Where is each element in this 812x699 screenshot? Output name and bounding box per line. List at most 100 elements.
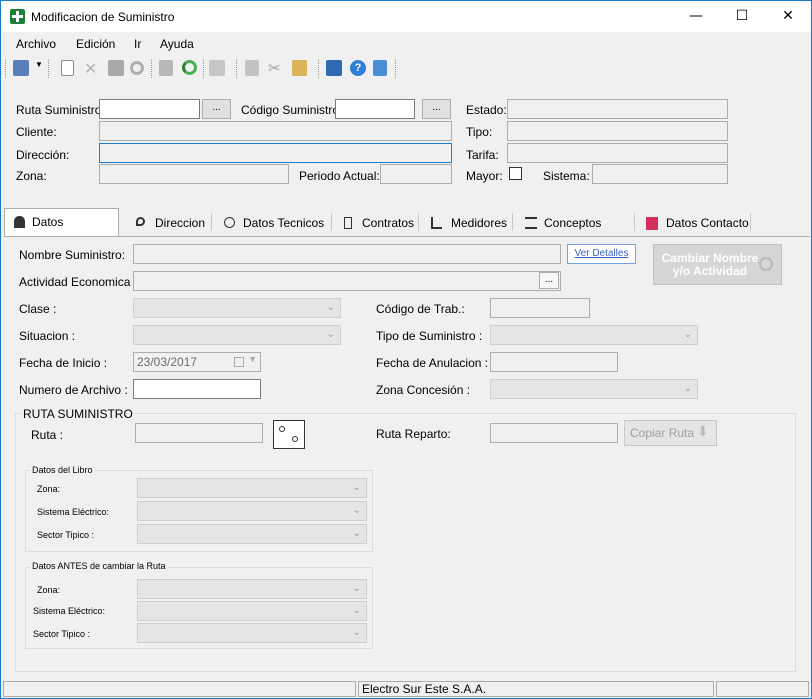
actividad-economica-label: Actividad Economica : [19, 275, 138, 289]
maximize-button[interactable]: ☐ [719, 1, 765, 32]
cut-icon[interactable]: ✂ [268, 59, 281, 77]
actividad-economica-field [133, 271, 561, 291]
tab-separator [634, 213, 635, 231]
codigo-suministro-input[interactable] [335, 99, 415, 119]
ruta-suministro-label: Ruta Suministro: [16, 103, 105, 117]
tab-direccion[interactable]: Direccion [130, 210, 210, 236]
new-document-icon[interactable] [61, 60, 74, 76]
antes-sistema-label: Sistema Eléctrico: [33, 606, 106, 616]
chevron-down-icon: ⌄ [352, 583, 361, 594]
ruta-suministro-input[interactable] [99, 99, 200, 119]
situacion-select[interactable]: ⌄ [133, 325, 341, 345]
actividad-browse-button[interactable]: ... [539, 272, 559, 289]
clase-label: Clase : [19, 302, 57, 316]
menu-edicion[interactable]: Edición [76, 37, 115, 51]
tarifa-label: Tarifa: [466, 148, 499, 162]
print-icon[interactable] [13, 60, 29, 76]
chevron-down-icon: ⌄ [352, 528, 361, 539]
fecha-inicio-value: 23/03/2017 [137, 355, 198, 369]
zona-concesion-select[interactable]: ⌄ [490, 379, 698, 399]
ruta-label: Ruta : [31, 428, 64, 442]
zona-field [99, 164, 289, 184]
undo-icon[interactable] [130, 61, 144, 75]
toolbar-separator [48, 59, 49, 78]
fecha-inicio-picker[interactable]: 23/03/2017 ▼ [133, 352, 261, 372]
tab-bar: Datos Generales Direccion Datos Tecnicos… [4, 208, 810, 256]
cambiar-nombre-label: Cambiar Nombre y/o Actividad [661, 251, 759, 278]
sistema-label: Sistema: [543, 169, 590, 183]
numero-archivo-label: Numero de Archivo : [19, 383, 128, 397]
help-book-icon[interactable] [326, 60, 342, 76]
tipo-suministro-select[interactable]: ⌄ [490, 325, 698, 345]
refresh-icon[interactable] [182, 60, 197, 75]
ruta-reparto-field [490, 423, 618, 443]
cambiar-nombre-button[interactable]: Cambiar Nombre y/o Actividad [653, 244, 782, 285]
person-icon [14, 216, 25, 228]
antes-sistema-select[interactable]: ⌄ [137, 601, 367, 621]
tab-datos-contacto[interactable]: Datos Contacto [641, 210, 749, 236]
chevron-down-icon: ⌄ [352, 482, 361, 493]
antes-sector-select[interactable]: ⌄ [137, 623, 367, 643]
ver-detalles-button[interactable]: Ver Detalles [567, 244, 636, 264]
chevron-down-icon: ⌄ [683, 329, 692, 340]
libro-sector-label: Sector Tipico : [37, 530, 95, 540]
menu-ir[interactable]: Ir [134, 37, 141, 51]
toolbar-separator [236, 59, 237, 78]
calculator-icon[interactable] [373, 60, 387, 76]
libro-sistema-select[interactable]: ⌄ [137, 501, 367, 521]
direccion-label: Dirección: [16, 148, 70, 162]
tipo-field [507, 121, 728, 141]
fecha-inicio-label: Fecha de Inicio : [19, 356, 108, 370]
delete-icon[interactable]: ✕ [84, 59, 97, 78]
route-button[interactable] [273, 420, 305, 449]
chevron-down-icon: ⌄ [352, 605, 361, 616]
minimize-button[interactable]: — [673, 1, 719, 32]
tab-datos-generales[interactable]: Datos Generales [4, 208, 119, 255]
fecha-anulacion-field [490, 352, 618, 372]
libro-zona-select[interactable]: ⌄ [137, 478, 367, 498]
copy-icon[interactable] [245, 60, 259, 76]
tipo-label: Tipo: [466, 125, 493, 139]
close-button[interactable]: ✕ [765, 1, 811, 32]
status-panel-right [716, 681, 809, 697]
numero-archivo-input[interactable] [133, 379, 261, 399]
chevron-down-icon: ⌄ [326, 329, 335, 340]
libro-sistema-label: Sistema Eléctrico: [37, 507, 110, 517]
tab-label: Datos Tecnicos [243, 216, 325, 230]
menu-ayuda[interactable]: Ayuda [160, 37, 194, 51]
estado-label: Estado: [466, 103, 507, 117]
clase-select[interactable]: ⌄ [133, 298, 341, 318]
ruta-field [135, 423, 263, 443]
sistema-field [592, 164, 728, 184]
ruta-browse-button[interactable]: ... [202, 99, 231, 119]
list-icon [525, 217, 537, 229]
menu-bar: Archivo Edición Ir Ayuda [1, 32, 811, 54]
tab-medidores[interactable]: Medidores [425, 210, 510, 236]
arrow-down-icon: ⬇ [697, 424, 709, 440]
tab-contratos[interactable]: Contratos [338, 210, 418, 236]
estado-field [507, 99, 728, 119]
paste-icon[interactable] [292, 60, 307, 76]
situacion-label: Situacion : [19, 329, 76, 343]
tab-separator [418, 213, 419, 231]
copiar-ruta-button[interactable]: Copiar Ruta ⬇ [624, 420, 717, 446]
codigo-browse-button[interactable]: ... [422, 99, 451, 119]
fecha-anulacion-label: Fecha de Anulacion : [376, 356, 489, 370]
status-bar: Electro Sur Este S.A.A. [1, 680, 811, 698]
mayor-checkbox[interactable] [509, 167, 522, 180]
paste-text-icon[interactable] [159, 60, 173, 76]
antes-zona-select[interactable]: ⌄ [137, 579, 367, 599]
help-icon[interactable]: ? [350, 60, 366, 76]
save-icon[interactable] [108, 60, 124, 76]
tab-conceptos-libre[interactable]: Conceptos Libre [519, 210, 631, 256]
print-dropdown-icon[interactable]: ▼ [35, 60, 43, 69]
download-icon[interactable] [209, 60, 225, 76]
tab-datos-tecnicos[interactable]: Datos Tecnicos [218, 210, 328, 236]
mayor-label: Mayor: [466, 169, 503, 183]
copiar-ruta-label: Copiar Ruta [630, 426, 695, 440]
ruta-reparto-label: Ruta Reparto: [376, 427, 451, 441]
direccion-field[interactable] [99, 143, 452, 163]
menu-archivo[interactable]: Archivo [16, 37, 56, 51]
chevron-down-icon: ⌄ [352, 505, 361, 516]
libro-sector-select[interactable]: ⌄ [137, 524, 367, 544]
